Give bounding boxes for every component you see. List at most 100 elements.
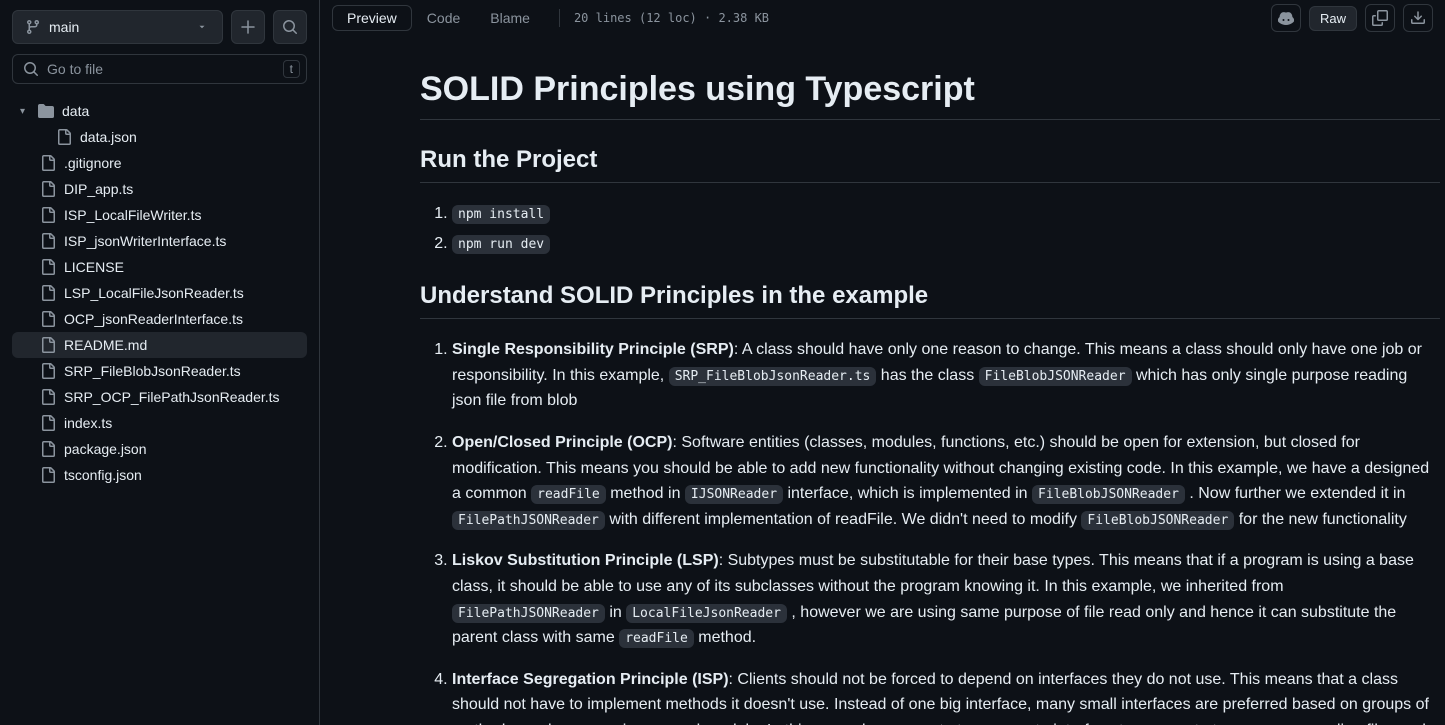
file-icon [40, 337, 56, 353]
branch-row: main [12, 10, 307, 44]
keyboard-hint: t [283, 60, 300, 78]
code-snippet: FilePathJSONReader [452, 511, 605, 530]
file-icon [40, 363, 56, 379]
principles-list: Single Responsibility Principle (SRP): A… [420, 337, 1440, 725]
copy-button[interactable] [1365, 4, 1395, 32]
tree-file[interactable]: tsconfig.json [12, 462, 307, 488]
tree-file[interactable]: README.md [12, 332, 307, 358]
copilot-button[interactable] [1271, 4, 1301, 32]
principle-title: Open/Closed Principle (OCP) [452, 434, 672, 451]
copilot-icon [1278, 10, 1294, 26]
file-icon [40, 311, 56, 327]
tree-file[interactable]: package.json [12, 436, 307, 462]
tree-file[interactable]: SRP_OCP_FilePathJsonReader.ts [12, 384, 307, 410]
search-icon [282, 19, 298, 35]
download-button[interactable] [1403, 4, 1433, 32]
principle-item: Interface Segregation Principle (ISP): C… [452, 667, 1440, 725]
run-step: npm install [452, 201, 1440, 227]
tree-item-label: OCP_jsonReaderInterface.ts [64, 311, 243, 327]
principle-title: Single Responsibility Principle (SRP) [452, 341, 734, 358]
tree-item-label: LSP_LocalFileJsonReader.ts [64, 285, 244, 301]
file-meta-info: 20 lines (12 loc) · 2.38 KB [574, 11, 769, 25]
tree-file[interactable]: ISP_LocalFileWriter.ts [12, 202, 307, 228]
chevron-down-icon: ▾ [20, 106, 30, 117]
code-snippet: FilePathJSONReader [452, 604, 605, 623]
folder-icon [38, 103, 54, 119]
run-steps-list: npm install npm run dev [420, 201, 1440, 256]
tree-item-label: ISP_LocalFileWriter.ts [64, 207, 201, 223]
raw-button[interactable]: Raw [1309, 6, 1357, 31]
tree-file[interactable]: LSP_LocalFileJsonReader.ts [12, 280, 307, 306]
file-icon [40, 467, 56, 483]
code-snippet: npm run dev [452, 235, 550, 254]
tree-item-label: DIP_app.ts [64, 181, 133, 197]
tree-item-label: ISP_jsonWriterInterface.ts [64, 233, 226, 249]
file-icon [56, 129, 72, 145]
tree-item-label: LICENSE [64, 259, 124, 275]
file-icon [40, 441, 56, 457]
file-icon [40, 207, 56, 223]
principle-item: Single Responsibility Principle (SRP): A… [452, 337, 1440, 414]
tab-preview[interactable]: Preview [332, 5, 412, 31]
view-tabs: PreviewCodeBlame [332, 5, 545, 31]
tree-file[interactable]: .gitignore [12, 150, 307, 176]
code-snippet: readFile [619, 629, 694, 648]
file-search-wrap[interactable]: t [12, 54, 307, 84]
tree-item-label: .gitignore [64, 155, 122, 171]
file-icon [40, 233, 56, 249]
tree-item-label: index.ts [64, 415, 112, 431]
code-snippet: IJSONReader [685, 485, 783, 504]
file-icon [40, 389, 56, 405]
tab-blame[interactable]: Blame [475, 5, 545, 31]
tree-file[interactable]: DIP_app.ts [12, 176, 307, 202]
run-step: npm run dev [452, 231, 1440, 257]
file-icon [40, 415, 56, 431]
code-snippet: FileBlobJSONReader [1032, 485, 1185, 504]
toolbar-right: Raw [1271, 4, 1433, 32]
code-snippet: LocalFileJsonReader [626, 604, 787, 623]
tree-file[interactable]: ISP_jsonWriterInterface.ts [12, 228, 307, 254]
principle-item: Open/Closed Principle (OCP): Software en… [452, 430, 1440, 532]
code-snippet: FileBlobJSONReader [979, 367, 1132, 386]
tree-file[interactable]: LICENSE [12, 254, 307, 280]
git-branch-icon [25, 19, 41, 35]
download-icon [1410, 10, 1426, 26]
tree-file[interactable]: SRP_FileBlobJsonReader.ts [12, 358, 307, 384]
toolbar-divider [559, 9, 560, 27]
principle-title: Interface Segregation Principle (ISP) [452, 671, 729, 688]
chevron-down-icon [194, 19, 210, 35]
file-icon [40, 181, 56, 197]
branch-name: main [49, 19, 79, 35]
tab-code[interactable]: Code [412, 5, 475, 31]
tree-file[interactable]: data.json [12, 124, 307, 150]
file-toolbar: PreviewCodeBlame 20 lines (12 loc) · 2.3… [320, 0, 1445, 40]
tree-item-label: SRP_OCP_FilePathJsonReader.ts [64, 389, 280, 405]
add-file-button[interactable] [231, 10, 265, 44]
branch-selector[interactable]: main [12, 10, 223, 44]
copy-icon [1372, 10, 1388, 26]
tree-item-label: data.json [80, 129, 137, 145]
readme-content: SOLID Principles using Typescript Run th… [320, 40, 1445, 725]
file-icon [40, 259, 56, 275]
code-snippet: npm install [452, 205, 550, 224]
tree-item-label: tsconfig.json [64, 467, 142, 483]
tree-file[interactable]: index.ts [12, 410, 307, 436]
main-panel: PreviewCodeBlame 20 lines (12 loc) · 2.3… [320, 0, 1445, 725]
tree-file[interactable]: OCP_jsonReaderInterface.ts [12, 306, 307, 332]
file-icon [40, 155, 56, 171]
understand-heading: Understand SOLID Principles in the examp… [420, 282, 1440, 319]
tree-item-label: README.md [64, 337, 147, 353]
code-snippet: SRP_FileBlobJsonReader.ts [669, 367, 877, 386]
principle-item: Liskov Substitution Principle (LSP): Sub… [452, 548, 1440, 650]
plus-icon [240, 19, 256, 35]
readme-title: SOLID Principles using Typescript [420, 70, 1440, 120]
run-heading: Run the Project [420, 146, 1440, 183]
code-snippet: readFile [531, 485, 606, 504]
search-button[interactable] [273, 10, 307, 44]
tree-folder[interactable]: ▾data [12, 98, 307, 124]
tree-item-label: SRP_FileBlobJsonReader.ts [64, 363, 241, 379]
search-icon [23, 61, 39, 77]
principle-title: Liskov Substitution Principle (LSP) [452, 552, 719, 569]
file-search-input[interactable] [47, 61, 296, 77]
file-icon [40, 285, 56, 301]
